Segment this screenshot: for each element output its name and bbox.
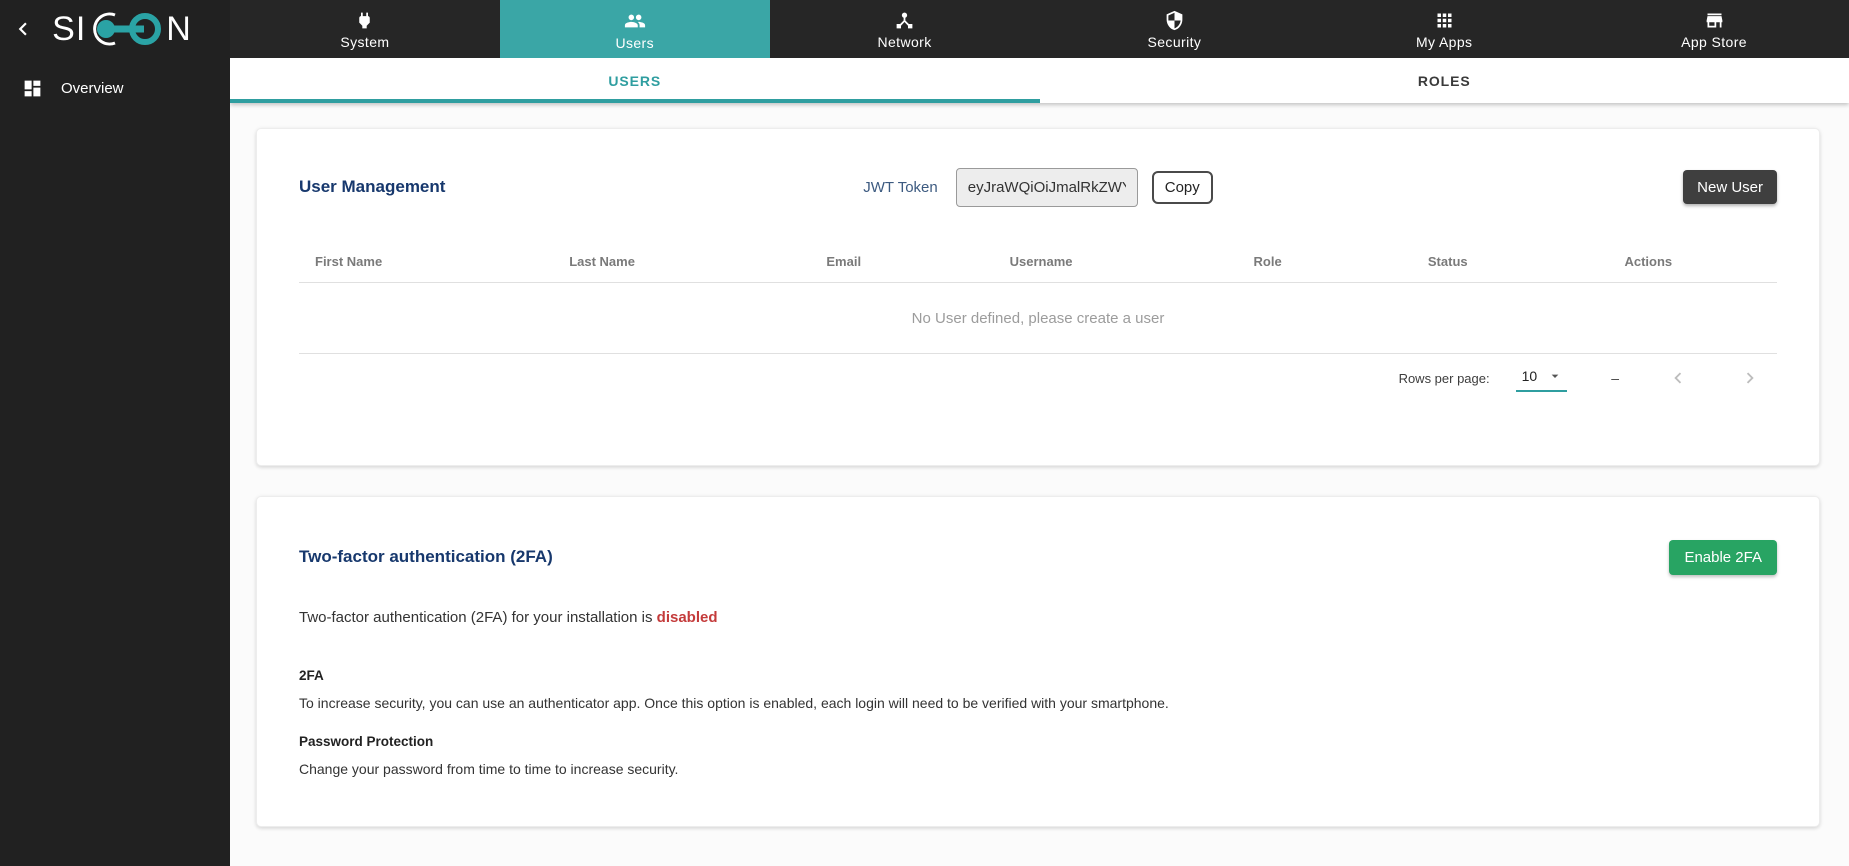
dashboard-icon (22, 78, 43, 99)
main-content: User Management JWT Token Copy New User … (230, 103, 1849, 866)
column-header-last-name: Last Name (553, 254, 810, 269)
two-factor-card: Two-factor authentication (2FA) Enable 2… (256, 496, 1820, 827)
column-header-role: Role (1238, 254, 1412, 269)
enable-2fa-button[interactable]: Enable 2FA (1669, 540, 1777, 575)
nav-tab-app-store[interactable]: App Store (1579, 0, 1849, 58)
people-icon (624, 10, 646, 32)
two-factor-status-line: Two-factor authentication (2FA) for your… (299, 609, 1777, 626)
apps-grid-icon (1434, 10, 1455, 31)
column-header-email: Email (810, 254, 993, 269)
nav-tab-my-apps[interactable]: My Apps (1309, 0, 1579, 58)
top-navigation: System Users Network Security My Apps Ap… (230, 0, 1849, 58)
previous-page-icon[interactable] (1665, 365, 1691, 391)
two-factor-title: Two-factor authentication (2FA) (299, 547, 553, 566)
sidebar-item-overview[interactable]: Overview (0, 64, 230, 112)
nav-tab-label: Network (877, 34, 931, 50)
column-header-status: Status (1412, 254, 1609, 269)
jwt-token-label: JWT Token (863, 179, 937, 196)
rows-per-page-label: Rows per page: (1399, 371, 1490, 386)
column-header-first-name: First Name (299, 254, 553, 269)
user-management-header: User Management JWT Token Copy New User (299, 165, 1777, 209)
users-table: First Name Last Name Email Username Role… (299, 241, 1777, 402)
empty-table-row: No User defined, please create a user (299, 283, 1777, 354)
tab-roles[interactable]: ROLES (1040, 58, 1849, 103)
jwt-token-group: JWT Token Copy (863, 168, 1212, 207)
rows-per-page-value: 10 (1522, 368, 1538, 384)
status-badge: disabled (657, 609, 718, 626)
brand-text-left: SI (52, 0, 86, 58)
nav-tab-label: My Apps (1416, 34, 1473, 50)
shield-icon (1164, 10, 1185, 31)
page-title: User Management (299, 177, 445, 196)
sidebar: SI N Overview (0, 0, 230, 866)
nav-tab-security[interactable]: Security (1039, 0, 1309, 58)
nav-tab-network[interactable]: Network (770, 0, 1040, 58)
brand-logo: SI N (38, 0, 192, 58)
copy-button[interactable]: Copy (1152, 171, 1213, 204)
section-body-password-protection: Change your password from time to time t… (299, 761, 1777, 777)
jwt-token-input[interactable] (956, 168, 1138, 207)
brand-co-mark (87, 7, 165, 51)
sidebar-item-label: Overview (61, 80, 124, 97)
tab-users[interactable]: USERS (230, 58, 1040, 103)
brand-text-right: N (166, 0, 192, 58)
page-range-text: – (1611, 370, 1619, 386)
nav-tab-label: Users (615, 35, 654, 51)
next-page-icon[interactable] (1737, 365, 1763, 391)
active-tab-indicator (230, 99, 1040, 103)
column-header-actions: Actions (1608, 254, 1777, 269)
users-table-header-row: First Name Last Name Email Username Role… (299, 241, 1777, 283)
nav-tab-users[interactable]: Users (500, 0, 770, 58)
rows-per-page-select[interactable]: 10 (1516, 364, 1568, 392)
nav-tab-system[interactable]: System (230, 0, 500, 58)
device-hub-icon (894, 10, 915, 31)
status-text: Two-factor authentication (2FA) for your… (299, 609, 657, 626)
storefront-icon (1704, 10, 1725, 31)
column-header-username: Username (994, 254, 1238, 269)
table-pagination: Rows per page: 10 – (299, 354, 1777, 402)
new-user-button[interactable]: New User (1683, 170, 1777, 204)
dropdown-caret-icon (1547, 368, 1563, 384)
section-body-2fa: To increase security, you can use an aut… (299, 695, 1777, 711)
two-factor-header: Two-factor authentication (2FA) Enable 2… (299, 537, 1777, 577)
back-chevron-icon[interactable] (10, 16, 36, 42)
sub-tab-bar: USERS ROLES (230, 58, 1849, 103)
logo-bar: SI N (0, 0, 230, 58)
section-heading-2fa: 2FA (299, 668, 1777, 683)
nav-tab-label: Security (1148, 34, 1202, 50)
section-heading-password-protection: Password Protection (299, 734, 1777, 749)
nav-tab-label: App Store (1681, 34, 1747, 50)
power-plug-icon (354, 10, 375, 31)
user-management-card: User Management JWT Token Copy New User … (256, 128, 1820, 466)
nav-tab-label: System (340, 34, 389, 50)
empty-table-message: No User defined, please create a user (912, 310, 1165, 327)
